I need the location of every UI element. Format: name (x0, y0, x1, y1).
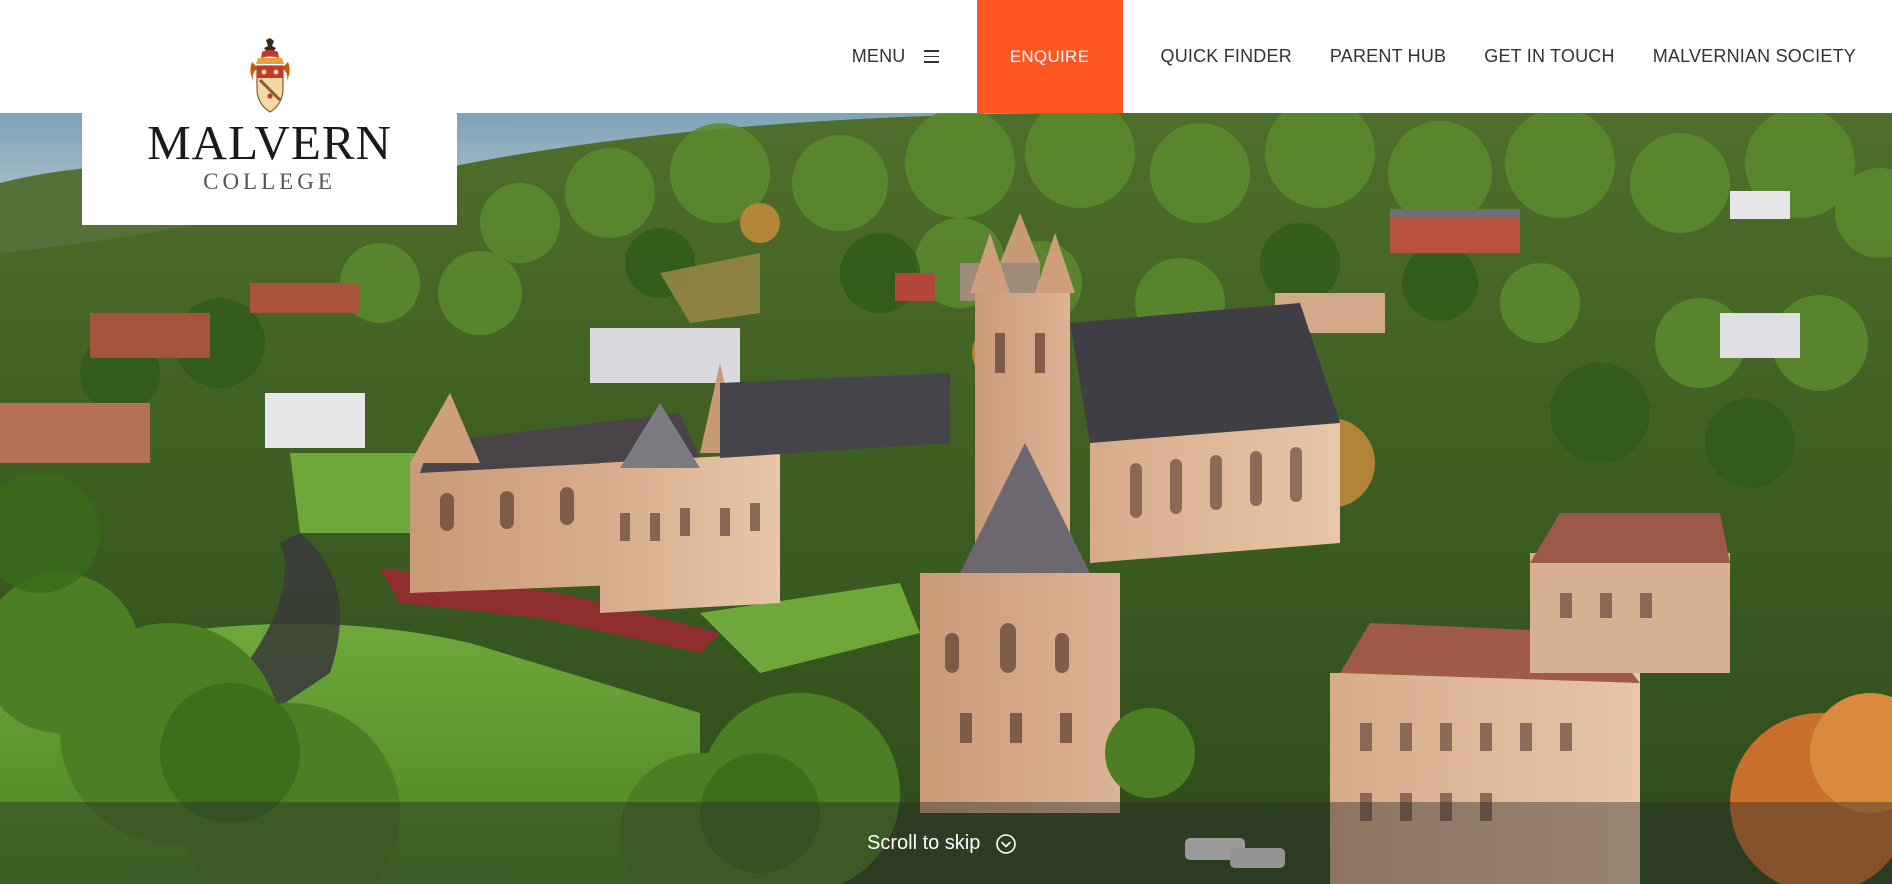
menu-label: MENU (851, 46, 906, 66)
college-crest-icon (250, 38, 290, 113)
hero-banner: Scroll to skip (0, 113, 1892, 884)
logo-title: MALVERN (147, 115, 392, 170)
logo-subtitle: COLLEGE (203, 169, 336, 194)
nav-link-malvernian-society[interactable]: MALVERNIAN SOCIETY (1653, 46, 1856, 67)
aerial-campus-photo (0, 113, 1892, 884)
scroll-label: Scroll to skip (867, 832, 981, 854)
menu-button[interactable]: MENU (852, 46, 939, 67)
page: MENU ENQUIRE QUICK FINDER PARENT HUB GET… (0, 0, 1892, 884)
chevron-down-circle-icon (996, 833, 1017, 854)
enquire-label: ENQUIRE (1009, 46, 1090, 66)
nav-link-parent-hub[interactable]: PARENT HUB (1330, 46, 1446, 67)
scroll-skip-bar: Scroll to skip (0, 802, 1892, 884)
site-logo[interactable]: MALVERN COLLEGE (82, 0, 457, 225)
nav-link-quick-finder[interactable]: QUICK FINDER (1161, 46, 1292, 67)
scroll-to-skip-button[interactable]: Scroll to skip (867, 832, 1017, 855)
main-nav: MENU ENQUIRE QUICK FINDER PARENT HUB GET… (852, 0, 1856, 113)
hamburger-icon (923, 50, 939, 63)
nav-link-get-in-touch[interactable]: GET IN TOUCH (1484, 46, 1614, 67)
enquire-button[interactable]: ENQUIRE (976, 0, 1123, 113)
